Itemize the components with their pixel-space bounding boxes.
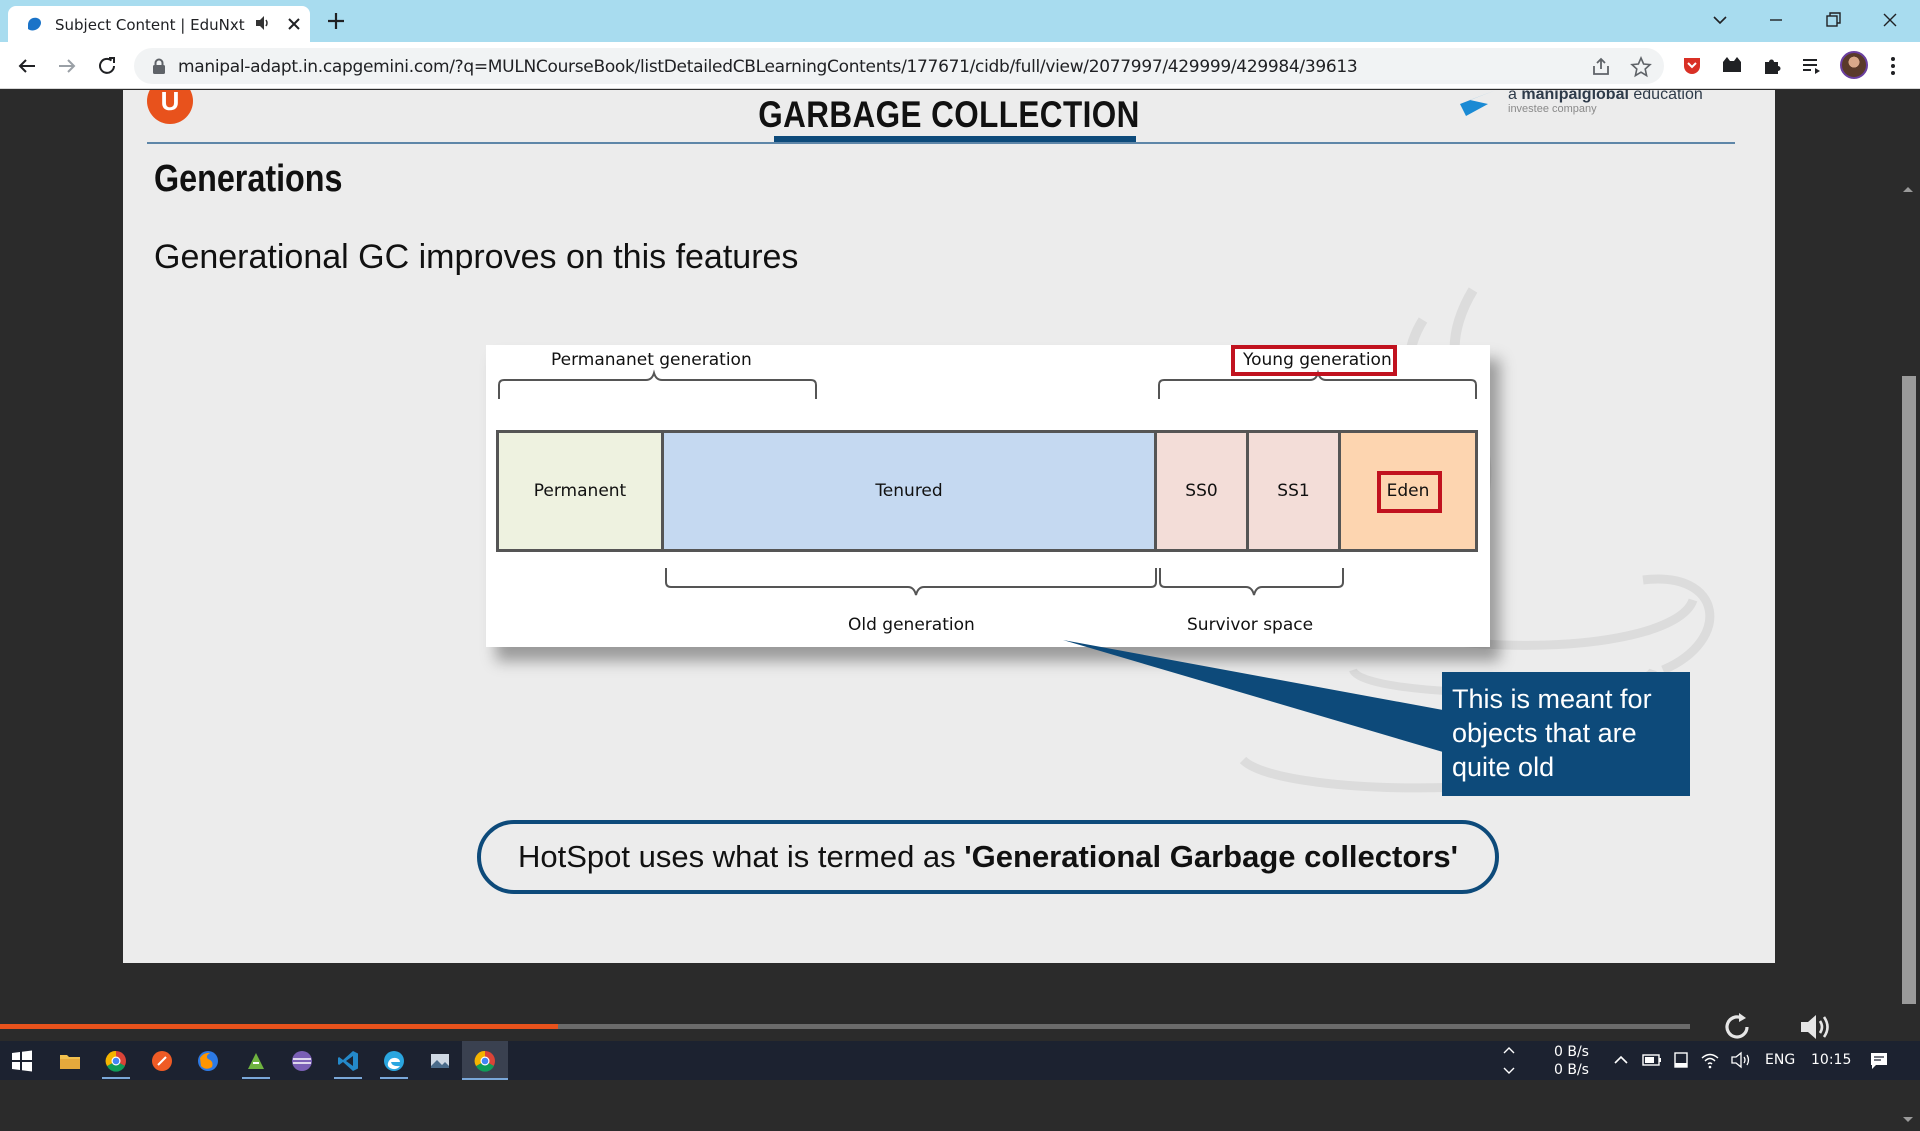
video-progress-fill [0, 1024, 558, 1029]
header-divider [147, 142, 1735, 144]
url-text[interactable]: manipal-adapt.in.capgemini.com/?q=MULNCo… [178, 57, 1358, 77]
postman-icon[interactable] [150, 1049, 174, 1073]
permanent-generation-label: Permananet generation [551, 350, 752, 370]
university-logo: U [147, 90, 193, 124]
replay-icon[interactable] [1720, 1010, 1754, 1044]
segment-label: Eden [1386, 481, 1430, 501]
network-up-arrow-icon [1503, 1047, 1515, 1054]
video-progress-bar[interactable] [0, 1024, 1690, 1029]
summary-emphasis: 'Generational Garbage collectors' [964, 839, 1458, 874]
profile-avatar[interactable] [1840, 51, 1868, 79]
slide-title: GARBAGE COLLECTION [758, 94, 1140, 135]
window-close-icon[interactable] [1878, 8, 1902, 32]
ss0-segment: SS0 [1154, 430, 1249, 552]
address-bar[interactable]: manipal-adapt.in.capgemini.com/?q=MULNCo… [134, 48, 1664, 84]
firefox-icon[interactable] [196, 1049, 220, 1073]
survivor-space-brace [1159, 568, 1344, 596]
media-queue-icon[interactable] [1800, 54, 1824, 78]
tab-search-chevron-icon[interactable] [1708, 8, 1732, 32]
share-icon[interactable] [1590, 56, 1612, 78]
windows-start-icon[interactable] [10, 1049, 34, 1073]
scroll-up-arrow-icon[interactable] [1901, 184, 1915, 194]
reload-icon[interactable] [95, 54, 119, 78]
chrome-icon[interactable] [473, 1049, 497, 1073]
minimize-icon[interactable] [1764, 8, 1788, 32]
show-hidden-icons-chevron-icon[interactable] [1612, 1051, 1630, 1069]
page-scrollbar[interactable] [1897, 180, 1920, 1131]
file-explorer-icon[interactable] [58, 1049, 82, 1073]
page-viewport: U GARBAGE COLLECTION a manipalglobal edu… [0, 90, 1920, 1131]
running-indicator [242, 1077, 270, 1079]
running-indicator [380, 1077, 408, 1079]
tab-audio-playing-icon[interactable] [254, 14, 272, 32]
restore-icon[interactable] [1821, 8, 1845, 32]
chrome-icon[interactable] [104, 1049, 128, 1073]
segment-label: Permanent [533, 481, 627, 501]
summary-text: HotSpot uses what is termed as [518, 839, 965, 874]
callout-note: This is meant for objects that are quite… [1442, 672, 1690, 796]
eden-segment: Eden [1338, 430, 1478, 552]
callout-pointer [1063, 640, 1443, 752]
taskbar-active-app[interactable] [462, 1041, 508, 1080]
close-icon[interactable] [284, 14, 304, 34]
windows-taskbar: 0 B/s 0 B/s ENG 10:15 [0, 1041, 1920, 1080]
vscode-icon[interactable] [336, 1049, 360, 1073]
network-down-arrow-icon [1503, 1067, 1515, 1074]
tenured-segment: Tenured [661, 430, 1157, 552]
running-indicator [102, 1077, 130, 1079]
speaker-icon[interactable] [1730, 1051, 1752, 1069]
slide: U GARBAGE COLLECTION a manipalglobal edu… [123, 90, 1775, 963]
more-options-icon[interactable] [1886, 54, 1900, 78]
bookmark-star-icon[interactable] [1630, 56, 1652, 78]
young-generation-label: Young generation [1243, 350, 1392, 370]
partner-subtitle: investee company [1508, 103, 1597, 115]
scroll-thumb[interactable] [1902, 376, 1916, 1004]
extensions-puzzle-icon[interactable] [1760, 54, 1784, 78]
manipal-arrow-logo-icon [1460, 90, 1496, 116]
browser-toolbar: manipal-adapt.in.capgemini.com/?q=MULNCo… [0, 42, 1920, 89]
segment-label: Tenured [875, 481, 943, 501]
edge-icon[interactable] [382, 1049, 406, 1073]
input-language[interactable]: ENG [1765, 1052, 1795, 1068]
notifications-icon[interactable] [1868, 1050, 1890, 1072]
ss1-segment: SS1 [1246, 430, 1341, 552]
summary-pill: HotSpot uses what is termed as 'Generati… [477, 820, 1499, 894]
segment-label: SS1 [1277, 481, 1310, 501]
network-download-speed: 0 B/s [1554, 1062, 1589, 1078]
section-subtext: Generational GC improves on this feature… [154, 238, 799, 276]
lock-icon[interactable] [152, 58, 166, 74]
extension-shield-icon[interactable] [1680, 54, 1704, 78]
photos-viewer-icon[interactable] [428, 1049, 452, 1073]
partner-logo: a manipalglobal education investee compa… [1458, 90, 1718, 126]
volume-icon[interactable] [1798, 1010, 1834, 1044]
old-generation-label: Old generation [848, 615, 975, 635]
forward-arrow-icon[interactable] [55, 54, 79, 78]
sts-ide-icon[interactable] [244, 1049, 268, 1073]
tab-title: Subject Content | EduNxt [55, 16, 245, 34]
running-indicator [334, 1077, 362, 1079]
survivor-space-label: Survivor space [1187, 615, 1314, 635]
section-heading: Generations [154, 158, 343, 200]
edunxt-favicon-icon [28, 17, 41, 31]
permanent-generation-brace [498, 369, 817, 399]
scroll-down-arrow-icon[interactable] [1901, 1115, 1915, 1125]
browser-tab[interactable]: Subject Content | EduNxt [8, 6, 310, 42]
wifi-icon[interactable] [1700, 1051, 1720, 1069]
heap-generations-diagram: Permananet generation Young generation P… [486, 345, 1490, 647]
tab-strip: Subject Content | EduNxt [0, 0, 1920, 42]
permanent-segment: Permanent [496, 430, 664, 552]
partner-name: a manipalglobal education [1508, 90, 1703, 103]
old-generation-brace [665, 568, 1157, 596]
eclipse-icon[interactable] [290, 1049, 314, 1073]
extension-cat-icon[interactable] [1720, 54, 1744, 78]
back-arrow-icon[interactable] [15, 54, 39, 78]
clock-time[interactable]: 10:15 [1811, 1052, 1851, 1068]
network-upload-speed: 0 B/s [1554, 1044, 1589, 1060]
new-tab-plus-icon[interactable] [325, 10, 347, 32]
battery-icon[interactable] [1642, 1051, 1662, 1069]
segment-label: SS0 [1185, 481, 1218, 501]
young-generation-brace [1158, 369, 1477, 399]
tablet-mode-icon[interactable] [1672, 1051, 1690, 1069]
